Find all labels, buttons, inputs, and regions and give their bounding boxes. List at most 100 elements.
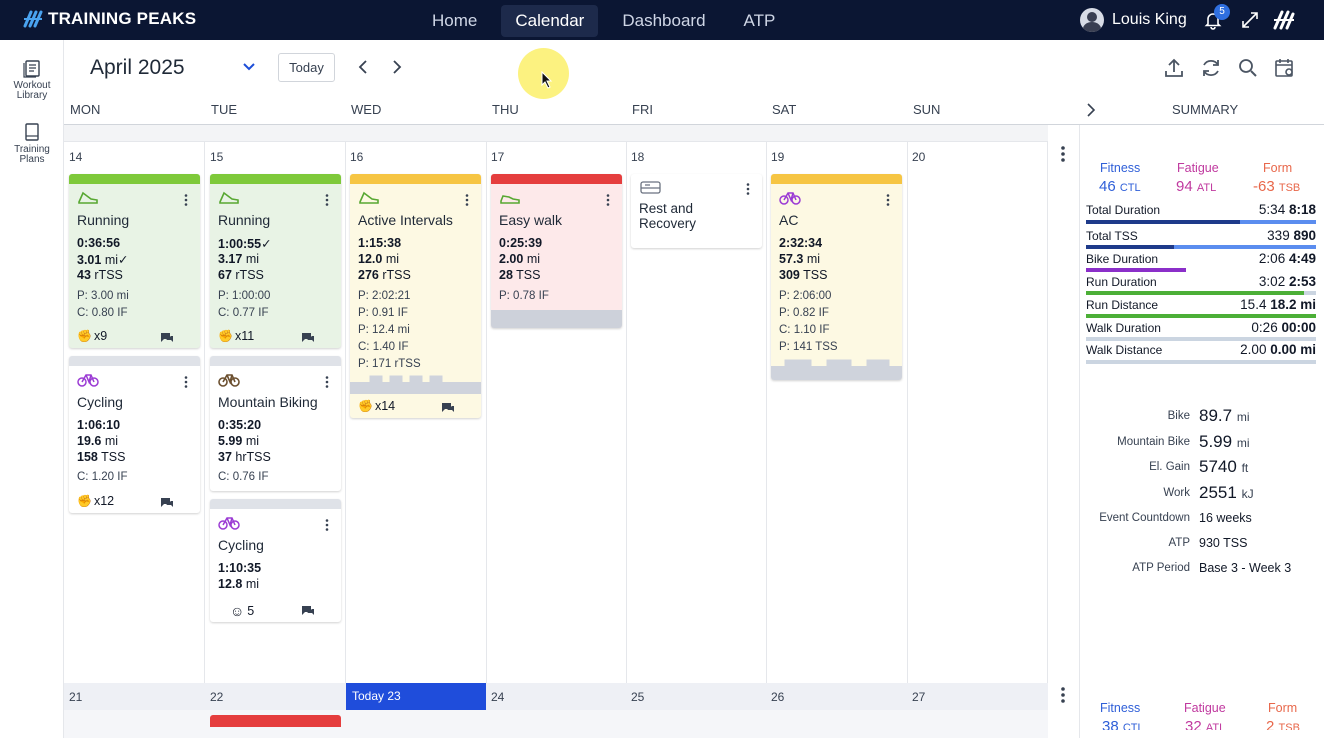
workout-card-mon-cycling[interactable]: Cycling 1:06:10 19.6 mi 158 TSS C: 1.20 … — [69, 356, 200, 513]
form-label: Form — [1268, 701, 1298, 715]
workout-card-thu-easy-walk[interactable]: Easy walk 0:25:39 2.00 mi 28 TSS P: 0.78… — [491, 174, 622, 328]
fitness-value: 38 — [1102, 718, 1119, 730]
day-number: 16 — [350, 150, 364, 164]
workout-duration: 1:06:10 — [77, 418, 121, 432]
nav-atp[interactable]: ATP — [730, 5, 790, 37]
workout-title: Running — [77, 212, 130, 228]
day-number: 20 — [912, 150, 926, 164]
book-icon — [25, 123, 39, 141]
workout-card-tue-22[interactable] — [210, 715, 341, 727]
comment-icon[interactable] — [160, 497, 174, 509]
summary-row-run-duration: Run Duration 3:02 2:53 — [1086, 274, 1316, 289]
progress-bar-remaining — [1174, 245, 1316, 249]
fatigue-value: 32 — [1185, 718, 1202, 730]
progress-bar-remaining — [1240, 220, 1316, 224]
top-navigation-bar: TRAINING PEAKS Home Calendar Dashboard A… — [0, 0, 1324, 40]
workout-library-button[interactable]: Workout Library — [0, 58, 64, 101]
more-icon[interactable] — [325, 194, 329, 206]
running-shoe-icon — [219, 191, 239, 204]
day-number: 24 — [491, 690, 505, 704]
workout-planned: P: 0.78 IF — [499, 290, 549, 302]
more-icon[interactable] — [886, 194, 890, 206]
workout-title: AC — [779, 212, 799, 228]
more-icon[interactable] — [606, 194, 610, 206]
comment-icon[interactable] — [301, 605, 315, 617]
training-plans-button[interactable]: Training Plans — [0, 122, 64, 165]
chevron-right-icon[interactable] — [388, 59, 404, 75]
day-header-fri: FRI — [632, 102, 653, 117]
chevron-right-icon[interactable] — [1085, 103, 1097, 117]
workout-title: Mountain Biking — [218, 394, 318, 410]
more-icon[interactable] — [746, 183, 750, 195]
day-header-thu: THU — [492, 102, 519, 117]
calendar-settings-icon[interactable] — [1274, 57, 1296, 79]
feel-rating: 5 — [247, 604, 255, 618]
progress-bar — [1086, 337, 1316, 341]
workout-duration: 0:25:39 — [499, 236, 543, 250]
calendar-toolbar: April 2025 Today — [64, 40, 1324, 96]
comment-icon[interactable] — [301, 332, 315, 344]
more-icon[interactable] — [465, 194, 469, 206]
nav-home[interactable]: Home — [418, 5, 491, 37]
bed-icon — [640, 181, 661, 194]
week-menu-icon[interactable] — [1058, 686, 1068, 704]
workout-card-tue-running[interactable]: Running 1:00:55✓ 3.17 mi 67 rTSS P: 1:00… — [210, 174, 341, 348]
fitness-value: 46 — [1099, 178, 1116, 195]
upload-icon[interactable] — [1163, 57, 1185, 79]
workout-library-label-2: Library — [16, 90, 48, 101]
today-day-cell[interactable]: Today 23 — [346, 683, 486, 710]
user-menu[interactable]: Louis King — [1080, 8, 1187, 32]
day-number: 21 — [69, 690, 83, 704]
expand-icon[interactable] — [1240, 10, 1260, 30]
chevron-left-icon[interactable] — [356, 59, 372, 75]
form-value: 2 — [1266, 718, 1275, 730]
note-card-fri-rest[interactable]: Rest and Recovery — [631, 174, 762, 248]
workout-compliance: C: 1.40 IF — [358, 341, 409, 353]
note-title-2: Recovery — [639, 216, 697, 231]
more-icon[interactable] — [325, 519, 329, 531]
day-header-sun: SUN — [913, 102, 941, 117]
workout-card-wed-active-intervals[interactable]: Active Intervals 1:15:38 12.0 mi 276 rTS… — [350, 174, 481, 418]
workout-title: Active Intervals — [358, 212, 453, 228]
more-icon[interactable] — [184, 194, 188, 206]
nav-dashboard[interactable]: Dashboard — [608, 5, 719, 37]
comment-icon[interactable] — [441, 402, 455, 414]
running-shoe-icon — [359, 191, 379, 204]
mouse-cursor-icon — [541, 71, 553, 89]
workout-card-mon-running[interactable]: Running 0:36:56 3.01 mi✓ 43 rTSS P: 3.00… — [69, 174, 200, 348]
day-number: 17 — [491, 150, 505, 164]
workout-card-tue-cycling[interactable]: Cycling 1:10:35 12.8 mi ☺ 5 — [210, 499, 341, 622]
week-menu-icon[interactable] — [1058, 145, 1068, 163]
search-icon[interactable] — [1237, 57, 1259, 79]
workout-card-tue-mountain-biking[interactable]: Mountain Biking 0:35:20 5.99 mi 37 hrTSS… — [210, 356, 341, 491]
workout-distance: 57.3 — [779, 252, 804, 266]
workout-tss: 37 — [218, 450, 232, 464]
workout-distance: 2.00 — [499, 252, 524, 266]
workout-tss: 309 — [779, 268, 800, 282]
workout-card-sat-ac[interactable]: AC 2:32:34 57.3 mi 309 TSS P: 2:06:00 P:… — [771, 174, 902, 380]
workout-tss: 276 — [358, 268, 379, 282]
workout-distance: 12.8 — [218, 577, 243, 591]
kudos-count: x9 — [93, 329, 108, 343]
progress-bar — [1086, 314, 1316, 318]
workout-title: Cycling — [218, 537, 264, 553]
nav-calendar[interactable]: Calendar — [501, 5, 599, 37]
column-divider — [486, 142, 487, 738]
workout-planned: P: 141 TSS — [779, 341, 838, 353]
comment-icon[interactable] — [160, 332, 174, 344]
month-title[interactable]: April 2025 — [90, 56, 185, 80]
fatigue-label: Fatigue — [1184, 701, 1226, 715]
sync-icon[interactable] — [1200, 57, 1222, 79]
chevron-down-icon[interactable] — [242, 60, 256, 74]
kudos-icon: ✊ — [358, 399, 373, 413]
day-number: 27 — [912, 690, 926, 704]
brand-logo[interactable]: TRAINING PEAKS — [22, 8, 196, 30]
workout-planned: P: 0.91 IF — [358, 307, 408, 319]
more-icon[interactable] — [184, 376, 188, 388]
kudos-count: x14 — [374, 399, 396, 413]
workout-compliance: C: 0.80 IF — [77, 307, 128, 319]
trainingpeaks-mark-icon[interactable] — [1272, 9, 1296, 31]
today-button[interactable]: Today — [278, 53, 335, 82]
more-icon[interactable] — [325, 376, 329, 388]
kudos-icon: ✊ — [77, 494, 92, 508]
